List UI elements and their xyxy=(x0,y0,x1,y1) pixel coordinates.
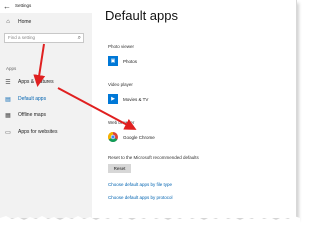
link-choose-by-file-type[interactable]: Choose default apps by file type xyxy=(108,182,172,187)
reset-button[interactable]: Reset xyxy=(108,164,131,173)
chrome-icon xyxy=(108,132,118,142)
app-name: Photos xyxy=(123,58,138,64)
sidebar-item-default-apps[interactable]: ▤ Default apps xyxy=(4,94,46,104)
search-placeholder: Find a setting xyxy=(8,35,36,40)
category-label-video-player: Video player xyxy=(108,82,133,87)
default-apps-icon: ▤ xyxy=(5,96,11,103)
sidebar-item-offline-maps[interactable]: ▦ Offline maps xyxy=(4,110,46,120)
home-label: Home xyxy=(18,19,32,25)
sidebar-item-apps-features[interactable]: ☰ Apps & features xyxy=(4,77,54,87)
search-icon[interactable]: ⌕ xyxy=(78,34,81,42)
sidebar-item-label: Apps for websites xyxy=(18,129,58,135)
torn-edge xyxy=(0,216,300,224)
default-app-video-player[interactable]: ▶ Movies & TV xyxy=(108,93,148,105)
sidebar-item-home[interactable]: ⌂ Home xyxy=(4,17,31,27)
section-label-apps: Apps xyxy=(6,66,17,71)
link-choose-by-protocol[interactable]: Choose default apps by protocol xyxy=(108,195,173,200)
title-bar: ← Settings xyxy=(0,0,92,13)
sidebar-item-label: Default apps xyxy=(18,96,47,102)
movies-tv-icon: ▶ xyxy=(108,94,118,104)
settings-window: ← Settings ⌂ Home Find a setting ⌕ Apps … xyxy=(0,0,297,218)
sidebar-item-label: Apps & features xyxy=(18,79,54,85)
reset-label: Reset to the Microsoft recommended defau… xyxy=(108,155,199,160)
website-icon: ▭ xyxy=(5,129,11,136)
photos-icon: ▣ xyxy=(108,56,118,66)
sidebar-item-label: Offline maps xyxy=(18,112,46,118)
page-title: Default apps xyxy=(105,8,178,23)
category-label-photo-viewer: Photo viewer xyxy=(108,44,135,49)
default-app-photo-viewer[interactable]: ▣ Photos xyxy=(108,55,137,67)
window-title: Settings xyxy=(15,3,32,8)
app-name: Google Chrome xyxy=(123,134,155,140)
sidebar: ⌂ Home Find a setting ⌕ Apps ☰ Apps & fe… xyxy=(0,13,92,218)
search-input[interactable]: Find a setting ⌕ xyxy=(4,33,84,43)
category-label-web-browser: Web browser xyxy=(108,120,135,125)
map-icon: ▦ xyxy=(5,112,11,119)
home-icon: ⌂ xyxy=(6,19,10,25)
sidebar-item-apps-for-websites[interactable]: ▭ Apps for websites xyxy=(4,127,57,137)
apps-features-icon: ☰ xyxy=(5,79,11,86)
default-app-web-browser[interactable]: Google Chrome xyxy=(108,131,155,143)
back-arrow-icon[interactable]: ← xyxy=(3,2,11,11)
app-name: Movies & TV xyxy=(123,96,149,102)
